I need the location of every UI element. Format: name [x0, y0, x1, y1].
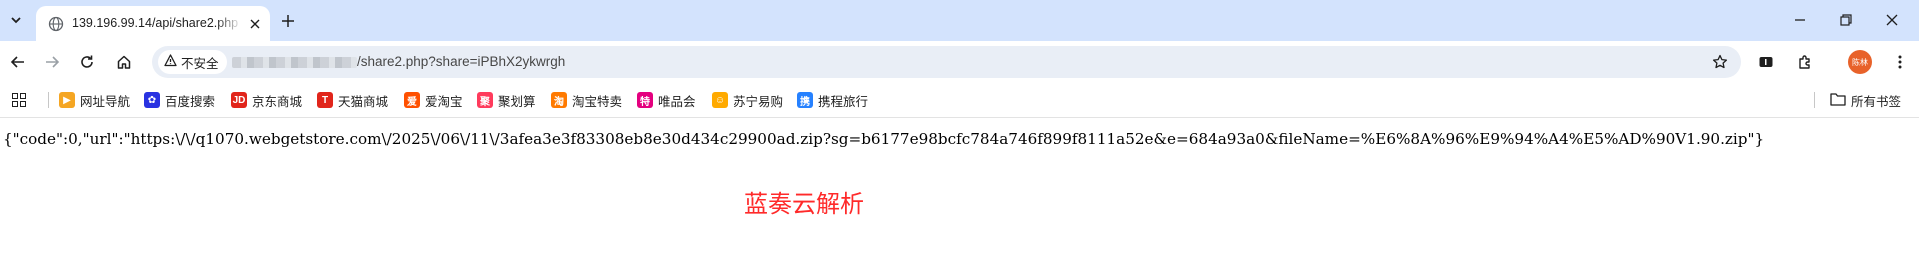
globe-icon: [48, 16, 64, 32]
browser-toolbar: 不安全 /share2.php?share=iPBhX2ykwrgh 陈林: [0, 41, 1919, 83]
blurred-url-host: [232, 57, 357, 68]
taobao-sale-icon: 淘: [551, 92, 567, 108]
bookmark-label: 京东商城: [252, 94, 303, 109]
back-arrow-icon[interactable]: [4, 48, 32, 76]
extensions-puzzle-icon[interactable]: [1791, 48, 1819, 76]
vip-icon: 特: [637, 92, 653, 108]
page-heading: 蓝奏云解析: [744, 190, 864, 218]
bookmark-item[interactable]: 特 唯品会: [637, 91, 696, 109]
aitaobao-icon: 爱: [404, 92, 420, 108]
bookmark-item[interactable]: 爱 爱淘宝: [404, 91, 463, 109]
minimize-icon[interactable]: [1788, 8, 1812, 32]
bookmark-label: 唯品会: [658, 94, 696, 109]
security-indicator[interactable]: 不安全: [158, 50, 227, 74]
bookmark-item[interactable]: ☺ 苏宁易购: [712, 91, 783, 109]
reload-icon[interactable]: [73, 48, 101, 76]
bookmark-item[interactable]: 携 携程旅行: [797, 91, 868, 109]
bookmark-label: 百度搜索: [165, 94, 216, 109]
bookmark-item[interactable]: T 天猫商城: [317, 91, 388, 109]
folder-icon: [1830, 92, 1846, 109]
baidu-icon: ✿: [144, 92, 160, 108]
profile-avatar[interactable]: 陈林: [1848, 50, 1872, 74]
jd-icon: JD: [231, 92, 247, 108]
json-response-text: {"code":0,"url":"https:\/\/q1070.webgets…: [3, 130, 1765, 148]
bookmark-label: 聚划算: [498, 94, 536, 109]
media-icon[interactable]: [1752, 48, 1780, 76]
bookmarks-divider: [1814, 92, 1815, 108]
restore-icon[interactable]: [1834, 8, 1858, 32]
bookmark-item[interactable]: 聚 聚划算: [477, 91, 536, 109]
tab-title: 139.196.99.14/api/share2.php: [72, 16, 239, 30]
url-text[interactable]: /share2.php?share=iPBhX2ykwrgh: [357, 54, 565, 69]
address-bar[interactable]: 不安全 /share2.php?share=iPBhX2ykwrgh: [152, 46, 1741, 78]
bookmarks-bar: ▶ 网址导航 ✿ 百度搜索 JD 京东商城 T 天猫商城 爱 爱淘宝 聚 聚划算…: [0, 83, 1919, 118]
new-tab-plus-icon[interactable]: [276, 9, 300, 33]
bookmarks-divider: [48, 92, 49, 108]
bookmark-label: 淘宝特卖: [572, 94, 623, 109]
bookmark-star-icon[interactable]: [1709, 51, 1731, 73]
bookmark-label: 爱淘宝: [425, 94, 463, 109]
close-window-icon[interactable]: [1880, 8, 1904, 32]
home-icon[interactable]: [110, 48, 138, 76]
bookmark-item[interactable]: ▶ 网址导航: [59, 91, 130, 109]
bookmark-item[interactable]: JD 京东商城: [231, 91, 302, 109]
active-tab[interactable]: 139.196.99.14/api/share2.php: [36, 6, 270, 41]
all-bookmarks-label: 所有书签: [1851, 94, 1902, 109]
close-tab-icon[interactable]: [246, 15, 264, 33]
more-menu-icon[interactable]: [1886, 48, 1914, 76]
ctrip-icon: 携: [797, 92, 813, 108]
tab-strip: 139.196.99.14/api/share2.php: [0, 0, 1919, 41]
suning-icon: ☺: [712, 92, 728, 108]
bookmark-item[interactable]: ✿ 百度搜索: [144, 91, 215, 109]
tab-search-chevron-down-icon[interactable]: [4, 8, 28, 32]
bookmark-label: 网址导航: [80, 94, 131, 109]
juhuasuan-icon: 聚: [477, 92, 493, 108]
bookmark-item[interactable]: 淘 淘宝特卖: [551, 91, 622, 109]
bookmark-label: 天猫商城: [338, 94, 389, 109]
warning-triangle-icon: [164, 54, 177, 70]
security-label: 不安全: [181, 56, 219, 71]
all-bookmarks[interactable]: 所有书签: [1830, 91, 1901, 109]
apps-grid-icon[interactable]: [12, 91, 26, 109]
bookmark-label: 携程旅行: [818, 94, 869, 109]
bookmark-label: 苏宁易购: [733, 94, 784, 109]
directory-icon: ▶: [59, 92, 75, 108]
forward-arrow-icon[interactable]: [38, 48, 66, 76]
tmall-icon: T: [317, 92, 333, 108]
